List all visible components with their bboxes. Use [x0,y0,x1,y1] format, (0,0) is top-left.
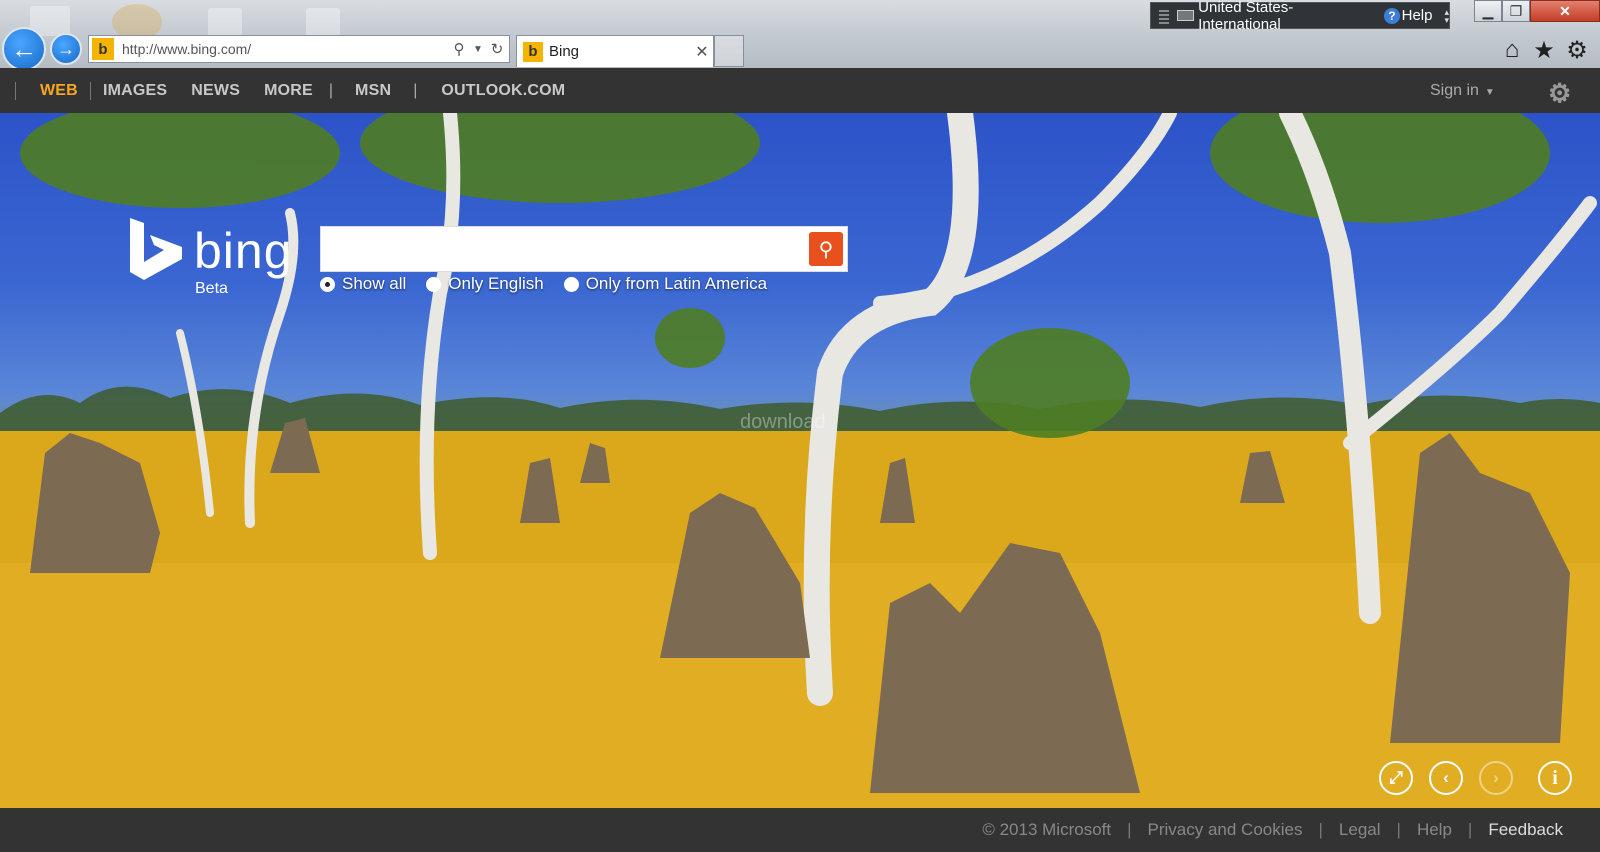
home-icon[interactable]: ⌂ [1498,36,1526,64]
nav-divider: | [328,81,334,99]
watermark: download [740,411,826,433]
nav-more[interactable]: MORE [252,82,325,100]
bing-logo-mark-icon [130,218,182,280]
filter-label[interactable]: Show all [342,274,406,294]
search-filters: Show all Only English Only from Latin Am… [320,274,787,294]
forward-button[interactable]: → [50,33,82,65]
radio-icon[interactable] [563,276,579,292]
bing-header: WEB IMAGES NEWS MORE | MSN | OUTLOOK.COM… [0,68,1600,113]
close-button[interactable]: ✕ [1530,0,1600,22]
footer-divider: | [1467,820,1473,839]
new-tab-button[interactable] [714,35,744,67]
filter-show-all[interactable]: Show all [320,274,406,294]
radio-selected-icon[interactable] [320,276,335,292]
help-icon[interactable]: ? [1384,7,1400,24]
arrow-right-icon: → [57,38,75,59]
search-button[interactable]: ⚲ [809,232,843,266]
sign-in-label[interactable]: Sign in [1430,82,1479,99]
close-tab-icon[interactable]: ✕ [691,42,713,62]
filter-label[interactable]: Only English [448,274,543,294]
address-url[interactable]: http://www.bing.com/ [122,41,447,57]
help-label[interactable]: Help [1402,7,1433,24]
search-box[interactable]: ⚲ [320,226,848,272]
chevron-down-icon: ▼ [1484,87,1495,98]
nav-news[interactable]: NEWS [179,82,252,100]
bing-favicon-icon: b [92,38,114,60]
keyboard-icon [1176,10,1195,21]
bing-logo[interactable]: bing Beta [128,218,308,298]
browser-chrome: United States-International ? Help ▴ ▾ ▁ … [0,0,1600,71]
address-bar[interactable]: b http://www.bing.com/ ⚲ ▼ ↻ [88,35,510,63]
nav-divider [15,81,16,100]
privacy-link[interactable]: Privacy and Cookies [1148,820,1303,840]
info-icon[interactable]: i [1538,761,1572,795]
language-bar-options-icon[interactable]: ▴ ▾ [1444,7,1449,24]
desktop-icon-ghost [208,8,242,38]
nav-outlook[interactable]: OUTLOOK.COM [421,82,577,100]
magnifier-icon: ⚲ [818,238,834,261]
bing-wordmark: bing [194,223,293,279]
previous-image-icon[interactable]: ‹ [1429,761,1463,795]
footer-divider: | [1396,820,1401,839]
back-button[interactable]: ← [2,27,46,71]
beta-label: Beta [195,280,228,297]
nav-images[interactable]: IMAGES [91,82,179,100]
legal-link[interactable]: Legal [1339,820,1381,840]
gear-icon[interactable]: ⚙ [1563,36,1591,64]
settings-gear-icon[interactable]: ⚙ [1548,78,1571,109]
nav-divider: | [413,81,418,99]
footer-divider: | [1318,820,1323,839]
nav-msn[interactable]: MSN [337,82,409,100]
sign-in-link[interactable]: Sign in ▼ [1430,82,1495,100]
language-label[interactable]: United States-International [1198,0,1370,33]
refresh-icon[interactable]: ↻ [485,40,509,58]
maximize-button[interactable]: ❐ [1502,0,1530,22]
tab-bing[interactable]: b Bing ✕ [516,35,714,67]
tab-title[interactable]: Bing [549,43,691,60]
filter-only-english[interactable]: Only English [426,274,544,294]
grip-icon[interactable] [1159,7,1169,24]
fullscreen-icon[interactable]: ⤢ [1379,761,1413,795]
arrow-left-icon: ← [11,33,37,64]
dropdown-icon[interactable]: ▼ [471,44,485,55]
star-icon[interactable]: ★ [1530,36,1558,64]
search-icon[interactable]: ⚲ [447,40,471,58]
copyright: © 2013 Microsoft [982,820,1112,839]
next-image-icon[interactable]: › [1479,761,1513,795]
nav-web[interactable]: WEB [28,82,90,100]
footer: © 2013 Microsoft | Privacy and Cookies |… [0,808,1600,852]
filter-latin-america[interactable]: Only from Latin America [563,274,767,294]
radio-icon[interactable] [426,276,442,292]
help-link[interactable]: Help [1417,820,1452,840]
search-input[interactable] [331,235,791,265]
language-bar[interactable]: United States-International ? Help ▴ ▾ [1150,0,1450,33]
filter-label[interactable]: Only from Latin America [586,274,767,294]
footer-divider: | [1127,820,1132,839]
minimize-button[interactable]: ▁ [1474,0,1502,22]
desktop-icon-ghost [306,8,340,38]
feedback-link[interactable]: Feedback [1488,820,1563,840]
bing-favicon-icon: b [523,41,543,62]
